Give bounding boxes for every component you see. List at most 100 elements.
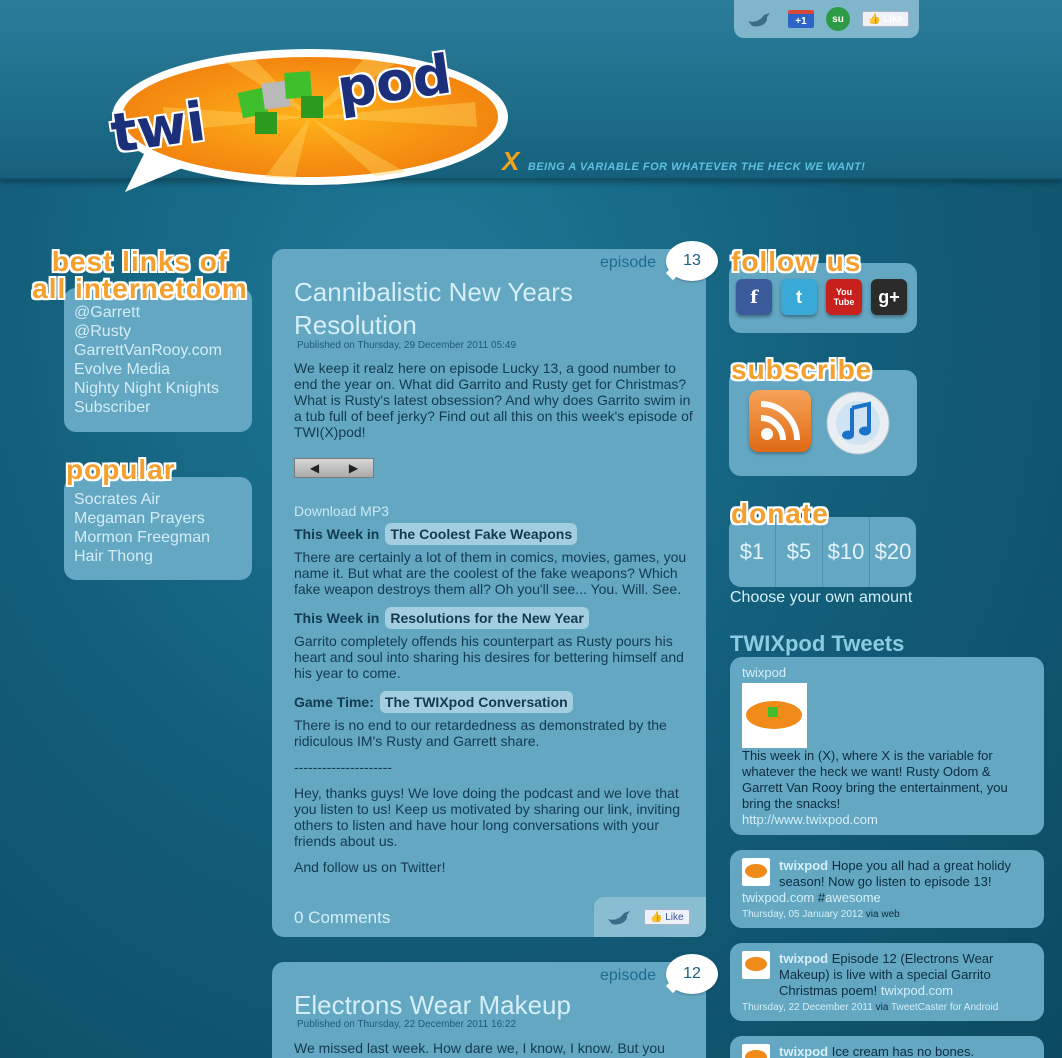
tweet-links: twixpod.com #awesome: [742, 890, 881, 906]
best-link[interactable]: GarrettVanRooy.com: [74, 341, 222, 360]
volume-icon[interactable]: ◀: [310, 461, 319, 475]
segment-prefix: This Week in: [294, 526, 380, 542]
list-item[interactable]: Mormon Freegman: [74, 528, 210, 547]
best-links-panel: @Garrett @Rusty GarrettVanRooy.com Evolv…: [64, 288, 252, 432]
youtube-icon[interactable]: You Tube: [826, 279, 862, 315]
list-item[interactable]: @Garrett: [74, 303, 222, 322]
episode-label: episode: [600, 967, 657, 984]
list-item[interactable]: Nighty Night Knights: [74, 379, 222, 398]
divider: ---------------------: [294, 759, 392, 775]
share-bar: +1 su 👍 Like: [734, 0, 919, 38]
itunes-icon[interactable]: [825, 390, 891, 456]
tweet-link[interactable]: twixpod.com: [881, 983, 953, 998]
social-icons: f t You Tube g+: [736, 279, 907, 315]
profile-avatar[interactable]: [742, 683, 807, 748]
profile-url[interactable]: http://www.twixpod.com: [742, 812, 878, 827]
subscribe-title: subscribe: [731, 354, 873, 385]
google-plus-icon[interactable]: g+: [871, 279, 907, 315]
article-title[interactable]: Cannibalistic New Years Resolution: [294, 276, 624, 342]
audio-player[interactable]: ◀ ▶: [294, 458, 374, 478]
popular-link[interactable]: Hair Thong: [74, 547, 210, 566]
tweet-date[interactable]: Thursday, 22 December 2011: [742, 1002, 873, 1013]
list-item[interactable]: Socrates Air: [74, 490, 210, 509]
episode-number: 13: [683, 252, 701, 269]
list-item[interactable]: GarrettVanRooy.com: [74, 341, 222, 360]
segment-text: There is no end to our retardedness as d…: [294, 717, 667, 749]
twitter-bird-icon[interactable]: [606, 907, 636, 927]
facebook-icon[interactable]: f: [736, 279, 772, 315]
segment-prefix: Game Time:: [294, 694, 374, 710]
thumbs-up-icon: 👍: [868, 13, 884, 25]
site-logo[interactable]: twi pod: [105, 42, 510, 192]
tweet-date[interactable]: Thursday, 05 January 2012: [742, 909, 863, 920]
best-links-title: best links of all internetdom: [20, 246, 260, 304]
donate-20-button[interactable]: $20: [870, 517, 916, 587]
segment-text: Garrito completely offends his counterpa…: [294, 633, 684, 681]
play-icon[interactable]: ▶: [349, 461, 358, 475]
tagline-text: BEING A VARIABLE FOR WHATEVER THE HECK W…: [527, 161, 866, 173]
intro-text: We keep it realz here on episode Lucky 1…: [294, 360, 693, 440]
tweet-avatar[interactable]: [742, 951, 770, 979]
profile-name[interactable]: twixpod: [742, 665, 1032, 681]
article-intro: We missed last week. How dare we, I know…: [294, 1040, 694, 1058]
facebook-like-button[interactable]: 👍 Like: [644, 909, 690, 925]
twitter-icon[interactable]: t: [781, 279, 817, 315]
rss-icon[interactable]: [749, 390, 811, 452]
follow-text: And follow us on Twitter!: [294, 859, 446, 875]
tweet-user[interactable]: twixpod: [779, 951, 828, 966]
best-link[interactable]: Nighty Night Knights: [74, 379, 222, 398]
tweet-line-1: twixpod Episode 12 (Electrons Wear Makeu…: [779, 951, 1034, 999]
list-item[interactable]: Hair Thong: [74, 547, 210, 566]
best-link[interactable]: Subscriber: [74, 398, 222, 417]
tweet-line-1: twixpod Hope you all had a great holidy …: [779, 858, 1034, 890]
best-link[interactable]: @Garrett: [74, 303, 222, 322]
list-item[interactable]: @Rusty: [74, 322, 222, 341]
best-link[interactable]: Evolve Media: [74, 360, 222, 379]
twitter-bird-icon[interactable]: [746, 9, 776, 29]
donate-title: donate: [731, 498, 829, 529]
popular-list: Socrates Air Megaman Prayers Mormon Free…: [74, 490, 210, 566]
best-link[interactable]: @Rusty: [74, 322, 222, 341]
article-episode-13: episode 13 Cannibalistic New Years Resol…: [272, 241, 718, 937]
article-date: Published on Thursday, 22 December 2011 …: [297, 1019, 517, 1030]
tweet-user[interactable]: twixpod: [779, 1044, 828, 1058]
segment-title: The Coolest Fake Weapons: [385, 523, 578, 545]
episode-number-badge: 12: [666, 954, 718, 994]
choose-amount-link[interactable]: Choose your own amount: [730, 589, 912, 607]
tweet-source[interactable]: TweetCaster for Android: [891, 1002, 998, 1013]
episode-number-badge: 13: [666, 241, 718, 281]
best-links-title-line2: all internetdom: [32, 273, 248, 304]
popular-link[interactable]: Socrates Air: [74, 490, 210, 509]
facebook-like-button[interactable]: 👍 Like: [862, 11, 910, 27]
popular-panel: Socrates Air Megaman Prayers Mormon Free…: [64, 477, 252, 580]
tweets-heading: TWIXpod Tweets: [730, 631, 905, 656]
list-item[interactable]: Megaman Prayers: [74, 509, 210, 528]
article-title[interactable]: Electrons Wear Makeup: [294, 989, 674, 1022]
best-links-title-line1: best links of: [51, 246, 229, 277]
tweet-via: via: [875, 1002, 889, 1013]
tweet-hashtag[interactable]: awesome: [825, 890, 881, 905]
comments-link[interactable]: 0 Comments: [294, 908, 390, 928]
article-share-bar: 👍 Like: [594, 897, 706, 937]
tweet-link[interactable]: twixpod.com: [742, 890, 814, 905]
article-episode-12: episode 12 Electrons Wear Makeup Publish…: [272, 954, 718, 1058]
tweet-avatar[interactable]: [742, 1044, 770, 1058]
segment-heading: This Week in Resolutions for the New Yea…: [294, 607, 694, 629]
list-item[interactable]: Evolve Media: [74, 360, 222, 379]
google-plus-one-button[interactable]: +1: [788, 10, 814, 28]
intro-text: We missed last week. How dare we, I know…: [294, 1040, 665, 1056]
best-links-list: @Garrett @Rusty GarrettVanRooy.com Evolv…: [74, 303, 222, 417]
tweet-via: via: [865, 909, 879, 920]
tweet-source: web: [881, 909, 900, 920]
segment-heading: This Week in The Coolest Fake Weapons: [294, 523, 694, 545]
popular-link[interactable]: Megaman Prayers: [74, 509, 210, 528]
popular-link[interactable]: Mormon Freegman: [74, 528, 210, 547]
donate-10-button[interactable]: $10: [823, 517, 870, 587]
site-tagline: X BEING A VARIABLE FOR WHATEVER THE HECK…: [502, 146, 865, 177]
tweet-avatar[interactable]: [742, 858, 770, 886]
segment-title: Resolutions for the New Year: [385, 607, 589, 629]
tweet-user[interactable]: twixpod: [779, 858, 828, 873]
download-mp3-link[interactable]: Download MP3: [294, 503, 389, 519]
list-item[interactable]: Subscriber: [74, 398, 222, 417]
stumbleupon-icon[interactable]: su: [826, 7, 850, 31]
